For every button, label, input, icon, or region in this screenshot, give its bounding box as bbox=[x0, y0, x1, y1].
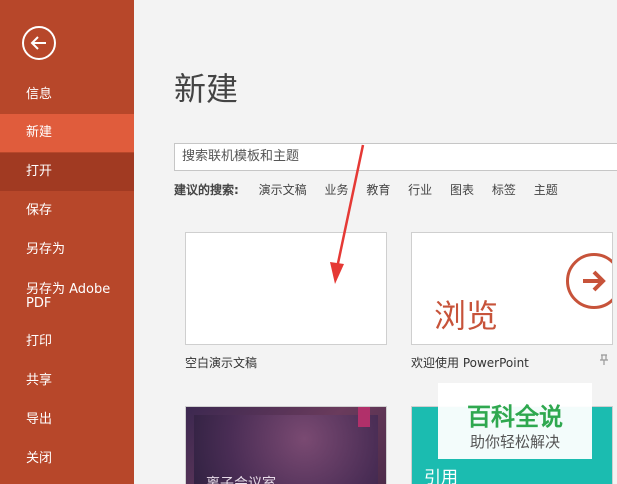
suggestion-link[interactable]: 教育 bbox=[366, 183, 390, 197]
pin-icon[interactable] bbox=[599, 354, 609, 366]
template-accent-tag bbox=[358, 407, 370, 427]
suggested-searches-label: 建议的搜索: bbox=[174, 183, 239, 197]
suggestion-link[interactable]: 演示文稿 bbox=[259, 183, 307, 197]
template-welcome-powerpoint[interactable]: 浏览 bbox=[411, 232, 613, 345]
sidebar-item-save-as-pdf[interactable]: 另存为 Adobe PDF bbox=[0, 278, 134, 322]
template-ion-boardroom[interactable]: 离子会议室 bbox=[185, 406, 387, 484]
watermark-logo: 百科全说 助你轻松解决 bbox=[438, 383, 592, 459]
sidebar-item-info[interactable]: 信息 bbox=[0, 76, 134, 114]
page-title: 新建 bbox=[174, 70, 239, 108]
template-caption: 空白演示文稿 bbox=[185, 356, 258, 370]
suggestion-link[interactable]: 主题 bbox=[534, 183, 558, 197]
sidebar-item-close[interactable]: 关闭 bbox=[0, 440, 134, 478]
suggestion-link[interactable]: 标签 bbox=[492, 183, 516, 197]
suggested-searches: 建议的搜索: 演示文稿 业务 教育 行业 图表 标签 主题 bbox=[174, 181, 572, 198]
template-preview-text: 浏览 bbox=[434, 297, 499, 335]
sidebar-item-open[interactable]: 打开 bbox=[0, 153, 134, 191]
suggestion-link[interactable]: 业务 bbox=[324, 183, 348, 197]
arrow-right-icon bbox=[566, 253, 612, 309]
template-blank-presentation[interactable] bbox=[185, 232, 387, 345]
suggestion-link[interactable]: 行业 bbox=[408, 183, 432, 197]
main-panel: 新建 搜索联机模板和主题 建议的搜索: 演示文稿 业务 教育 行业 图表 标签 … bbox=[134, 0, 617, 484]
sidebar-item-print[interactable]: 打印 bbox=[0, 323, 134, 361]
backstage-sidebar: 信息 新建 打开 保存 另存为 另存为 Adobe PDF 打印 共享 导出 关… bbox=[0, 0, 134, 484]
watermark-title: 百科全说 bbox=[467, 403, 563, 431]
sidebar-item-save-as[interactable]: 另存为 bbox=[0, 231, 134, 269]
sidebar-item-export[interactable]: 导出 bbox=[0, 401, 134, 439]
watermark-subtitle: 助你轻松解决 bbox=[469, 433, 560, 451]
sidebar-item-new[interactable]: 新建 bbox=[0, 114, 134, 152]
template-preview-text: 引用 bbox=[424, 468, 458, 484]
template-caption: 欢迎使用 PowerPoint bbox=[411, 356, 529, 370]
search-input[interactable]: 搜索联机模板和主题 bbox=[174, 143, 617, 171]
sidebar-item-share[interactable]: 共享 bbox=[0, 362, 134, 400]
template-preview-text: 离子会议室 bbox=[206, 476, 276, 484]
suggestion-link[interactable]: 图表 bbox=[450, 183, 474, 197]
sidebar-item-save[interactable]: 保存 bbox=[0, 192, 134, 230]
back-arrow-icon[interactable] bbox=[22, 26, 56, 60]
